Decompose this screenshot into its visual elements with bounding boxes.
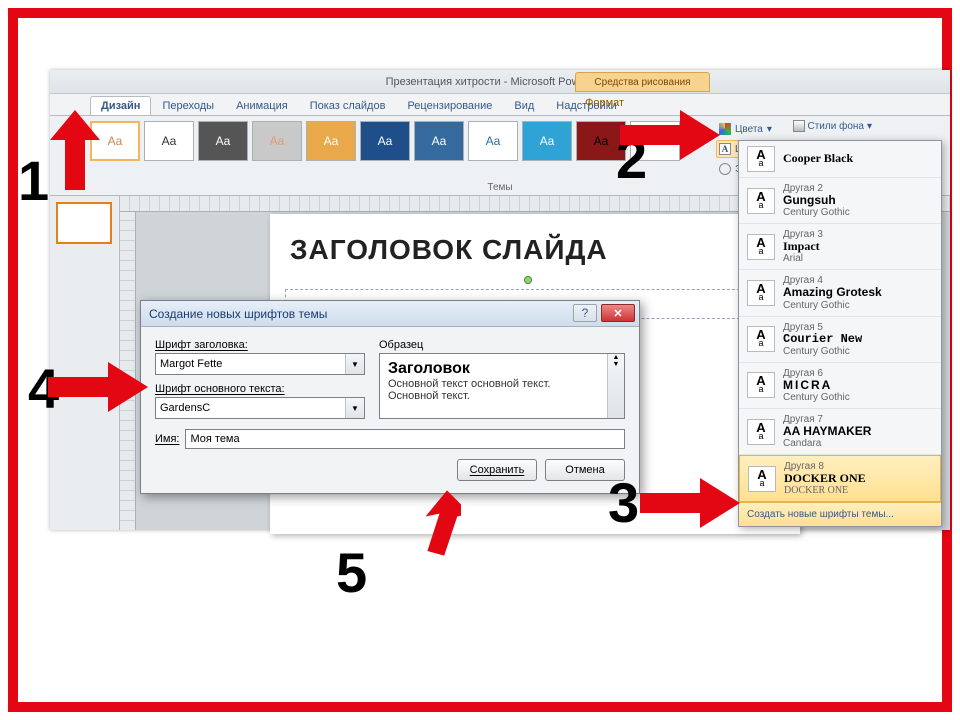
create-theme-fonts-dialog: Создание новых шрифтов темы ? ✕ Шрифт за… (140, 300, 640, 494)
cancel-button[interactable]: Отмена (545, 459, 625, 481)
ribbon-group-label: Темы (487, 182, 512, 193)
background-styles-button[interactable]: Стили фона ▾ (793, 120, 873, 132)
font-swatch: Aa (747, 419, 775, 445)
tab-animations[interactable]: Анимация (225, 96, 299, 115)
font-theme-item[interactable]: Aa Другая 3 Impact Arial (739, 224, 941, 270)
tab-transitions[interactable]: Переходы (151, 96, 225, 115)
preview-body: Основной текст основной текст. (388, 378, 616, 390)
heading-font-select[interactable]: Margot Fette (155, 353, 365, 375)
preview-body: Основной текст. (388, 390, 616, 402)
theme-name-input[interactable] (185, 429, 625, 449)
titlebar: Презентация хитрости - Microsoft PowerPo… (50, 70, 950, 94)
preview-title: Заголовок (388, 360, 616, 378)
dialog-title: Создание новых шрифтов темы (149, 307, 327, 321)
effects-icon (719, 163, 731, 175)
font-swatch: Aa (747, 146, 775, 172)
theme-thumb[interactable]: Aa (522, 121, 572, 161)
theme-thumb[interactable]: Aa (360, 121, 410, 161)
dialog-titlebar[interactable]: Создание новых шрифтов темы ? ✕ (141, 301, 639, 327)
save-button[interactable]: Сохранить (457, 459, 537, 481)
font-swatch: Aa (747, 280, 775, 306)
ribbon-tabs: Средства рисования Дизайн Переходы Анима… (50, 94, 950, 116)
font-swatch: Aa (747, 234, 775, 260)
font-theme-item[interactable]: Aa Другая 7 AA HAYMAKER Candara (739, 409, 941, 455)
body-font-label: Шрифт основного текста: (155, 383, 365, 395)
tab-slideshow[interactable]: Показ слайдов (299, 96, 397, 115)
font-swatch: Aa (747, 372, 775, 398)
annotation-arrow-4 (48, 362, 148, 412)
theme-thumb[interactable]: Aa (306, 121, 356, 161)
font-swatch: Aa (747, 188, 775, 214)
colors-button[interactable]: Цвета ▾ (716, 120, 794, 138)
theme-thumb[interactable]: Aa (144, 121, 194, 161)
name-label: Имя: (155, 433, 179, 445)
rotate-handle[interactable] (524, 276, 532, 284)
theme-thumb[interactable]: Aa (576, 121, 626, 161)
body-font-select[interactable]: GardensC (155, 397, 365, 419)
fonts-dropdown-panel: Aa Cooper Black Aa Другая 2 Gungsuh Cent… (738, 140, 942, 527)
tab-review[interactable]: Рецензирование (396, 96, 503, 115)
contextual-tab-group: Средства рисования (575, 72, 710, 92)
annotation-arrow-1 (50, 110, 100, 190)
theme-thumb[interactable]: Aa (252, 121, 302, 161)
annotation-arrow-2 (620, 110, 720, 160)
font-theme-item[interactable]: Aa Другая 8 DOCKER ONE DOCKER ONE (739, 455, 941, 502)
font-theme-item[interactable]: Aa Cooper Black (739, 141, 941, 178)
preview-label: Образец (379, 339, 625, 351)
dialog-close-button[interactable]: ✕ (601, 304, 635, 322)
slide-thumbnail[interactable] (56, 202, 112, 244)
themes-gallery[interactable]: Aa Aa Aa Aa Aa Aa Aa Aa Aa Aa Aa (90, 121, 680, 161)
font-preview: Заголовок Основной текст основной текст.… (379, 353, 625, 419)
theme-thumb[interactable]: Aa (198, 121, 248, 161)
background-icon (793, 120, 805, 132)
font-theme-item[interactable]: Aa Другая 5 Courier New Century Gothic (739, 317, 941, 363)
theme-thumb[interactable]: Aa (414, 121, 464, 161)
annotation-arrow-3 (640, 478, 740, 528)
font-theme-item[interactable]: Aa Другая 2 Gungsuh Century Gothic (739, 178, 941, 224)
annotation-arrow-5 (405, 490, 461, 556)
heading-font-label: Шрифт заголовка: (155, 339, 365, 351)
font-swatch: Aa (748, 466, 776, 492)
tab-view[interactable]: Вид (503, 96, 545, 115)
colors-icon (719, 123, 731, 135)
create-new-theme-fonts[interactable]: Создать новые шрифты темы... (739, 502, 941, 526)
dialog-help-button[interactable]: ? (573, 304, 597, 322)
slide-title-text[interactable]: ЗАГОЛОВОК СЛАЙДА (290, 234, 608, 266)
font-theme-item[interactable]: Aa Другая 4 Amazing Grotesk Century Goth… (739, 270, 941, 316)
font-theme-item[interactable]: Aa Другая 6 MICRA Century Gothic (739, 363, 941, 409)
font-swatch: Aa (747, 326, 775, 352)
theme-thumb[interactable]: Aa (468, 121, 518, 161)
fonts-icon: A (719, 143, 731, 155)
